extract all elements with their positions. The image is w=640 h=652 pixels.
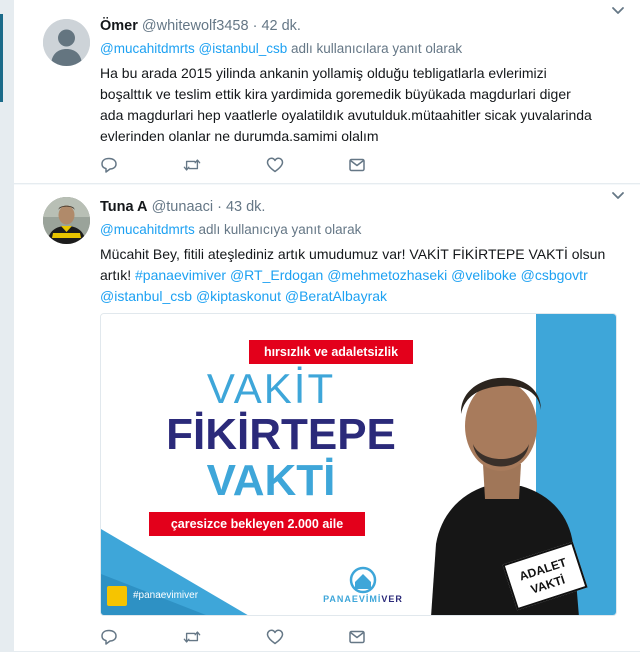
tweet-image[interactable]: hırsızlık ve adaletsizlik VAKİT FİKİRTEP… [100,313,617,616]
poster-headline-2: FİKİRTEPE [166,410,396,459]
username[interactable]: @whitewolf3458 [142,18,249,34]
separator: · [217,199,222,215]
mention-link[interactable]: @mehmetozhaseki [327,267,447,283]
tweet-text: Ha bu arada 2015 yilinda ankanin yollami… [100,63,626,147]
mention-link[interactable]: @mucahitdmrts [100,41,195,56]
tweet-text: Mücahit Bey, fitili ateşlediniz artık um… [100,244,626,307]
default-avatar-icon [43,19,90,66]
tweet-text-fragment: artık! [100,267,132,283]
tweet-actions [100,156,400,178]
tweet-text-line: @istanbul_csb @kiptaskonut @BeratAlbayra… [100,286,626,307]
mention-link[interactable]: @csbgovtr [521,267,588,283]
window-accent [0,14,3,102]
tweet-header: Tuna A @tunaaci · 43 dk. [100,197,626,217]
poster-headline-3: VAKTİ [206,456,336,505]
poster-brand: PANAEVİMİVER [323,594,403,604]
mention-link[interactable]: @kiptaskonut [196,288,281,304]
poster-banner-bottom: çaresizce bekleyen 2.000 aile [149,512,365,536]
left-edge-strip [0,0,14,652]
tweet-content: Tuna A @tunaaci · 43 dk. @mucahitdmrts a… [100,197,626,307]
mention-link[interactable]: @istanbul_csb [100,288,192,304]
hashtag-link[interactable]: #panaevimiver [135,267,226,283]
avatar[interactable] [43,197,90,244]
chevron-down-icon[interactable] [610,187,626,203]
reply-context: @mucahitdmrts @istanbul_csb adlı kullanı… [100,39,626,59]
tweet-text-line: Ha bu arada 2015 yilinda ankanin yollami… [100,65,547,81]
tweet-content: Ömer @whitewolf3458 · 42 dk. @mucahitdmr… [100,16,626,147]
like-icon[interactable] [266,156,284,174]
poster-headline-1: VAKİT [206,365,336,412]
tweet-header: Ömer @whitewolf3458 · 42 dk. [100,16,626,36]
reply-context: @mucahitdmrts adlı kullanıcıya yanıt ola… [100,220,626,240]
display-name[interactable]: Tuna A [100,199,148,215]
tweet[interactable]: Ömer @whitewolf3458 · 42 dk. @mucahitdmr… [14,0,640,184]
tweet-text-line: artık! #panaevimiver @RT_Erdogan @mehmet… [100,265,626,286]
username[interactable]: @tunaaci [152,199,213,215]
profile-photo [43,197,90,244]
chevron-down-icon[interactable] [610,2,626,18]
timestamp[interactable]: 43 dk. [226,199,266,215]
poster-banner-top: hırsızlık ve adaletsizlik [249,340,413,364]
mention-link[interactable]: @RT_Erdogan [230,267,323,283]
mention-link[interactable]: @BeratAlbayrak [285,288,387,304]
mention-link[interactable]: @veliboke [451,267,517,283]
separator: · [252,18,258,34]
poster-hashtag: #panaevimiver [133,590,199,601]
reply-context-text: adlı kullanıcılara yanıt olarak [291,41,463,56]
mention-link[interactable]: @istanbul_csb [199,41,288,56]
retweet-icon[interactable] [183,628,201,646]
timestamp[interactable]: 42 dk. [261,18,301,34]
tweet-text-line: ada magdurlari hep vaatlerle oyalatildık… [100,107,592,123]
poster-brand-part: PANAEVİMİ [323,594,382,604]
tweet-actions [100,628,400,650]
reply-icon[interactable] [100,156,118,174]
tweet[interactable]: Tuna A @tunaaci · 43 dk. @mucahitdmrts a… [14,185,640,652]
mention-link[interactable]: @mucahitdmrts [100,222,195,237]
display-name[interactable]: Ömer [100,18,138,34]
avatar[interactable] [43,19,90,66]
like-icon[interactable] [266,628,284,646]
tweet-text-line: Mücahit Bey, fitili ateşlediniz artık um… [100,246,606,262]
reply-context-text: adlı kullanıcıya yanıt olarak [198,222,362,237]
reply-icon[interactable] [100,628,118,646]
retweet-icon[interactable] [183,156,201,174]
message-icon[interactable] [348,628,366,646]
message-icon[interactable] [348,156,366,174]
tweet-text-line: evlerinden olanlar ne durumda.samimi ola… [100,128,379,144]
tweet-text-line: boşalttık ve teslim ettik kira yardimida… [100,86,571,102]
poster-brand-part: VER [381,594,403,604]
